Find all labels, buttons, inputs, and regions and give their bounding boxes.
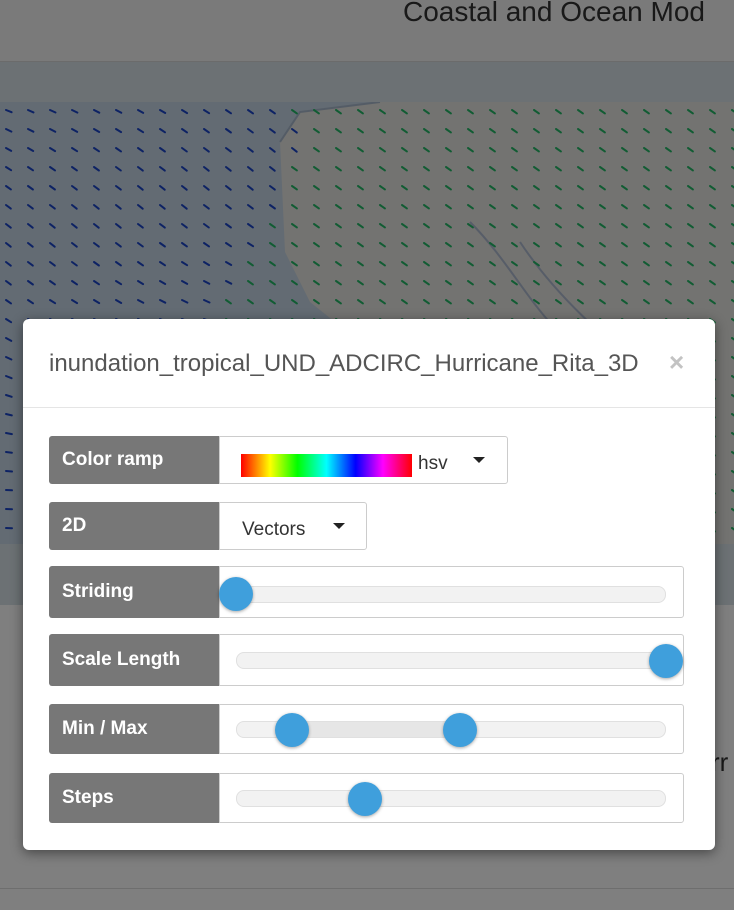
- scale-length-row: Scale Length: [49, 634, 684, 686]
- striding-handle[interactable]: [219, 577, 253, 611]
- caret-down-icon: [333, 523, 345, 529]
- scale-length-slider[interactable]: [219, 634, 684, 686]
- mode-2d-label: 2D: [49, 502, 219, 550]
- min-handle[interactable]: [274, 713, 309, 747]
- color-ramp-value: hsv: [418, 453, 448, 474]
- steps-row: Steps: [49, 773, 684, 823]
- color-ramp-dropdown[interactable]: hsv: [219, 436, 508, 484]
- close-icon[interactable]: ×: [669, 349, 684, 375]
- min-max-label: Min / Max: [49, 704, 219, 754]
- steps-handle[interactable]: [348, 782, 382, 816]
- color-ramp-swatch: [241, 454, 412, 477]
- scale-length-track[interactable]: [236, 652, 666, 669]
- striding-row: Striding: [49, 566, 684, 618]
- modal-header: inundation_tropical_UND_ADCIRC_Hurricane…: [23, 319, 715, 408]
- striding-slider[interactable]: [219, 566, 684, 618]
- color-ramp-label: Color ramp: [49, 436, 219, 484]
- mode-2d-row: 2D Vectors: [49, 502, 367, 550]
- mode-2d-value: Vectors: [242, 519, 306, 540]
- color-ramp-row: Color ramp hsv: [49, 436, 508, 484]
- steps-track[interactable]: [236, 790, 666, 807]
- min-max-row: Min / Max: [49, 704, 684, 754]
- scale-length-handle[interactable]: [649, 644, 683, 678]
- modal-title: inundation_tropical_UND_ADCIRC_Hurricane…: [49, 350, 639, 377]
- steps-label: Steps: [49, 773, 219, 823]
- min-max-slider[interactable]: [219, 704, 684, 754]
- striding-label: Striding: [49, 566, 219, 618]
- caret-down-icon: [473, 457, 485, 463]
- striding-track[interactable]: [236, 586, 666, 603]
- mode-2d-dropdown[interactable]: Vectors: [219, 502, 367, 550]
- steps-slider[interactable]: [219, 773, 684, 823]
- min-max-range-fill: [292, 722, 461, 737]
- max-handle[interactable]: [442, 713, 477, 747]
- layer-settings-modal: inundation_tropical_UND_ADCIRC_Hurricane…: [23, 319, 715, 850]
- scale-length-label: Scale Length: [49, 634, 219, 686]
